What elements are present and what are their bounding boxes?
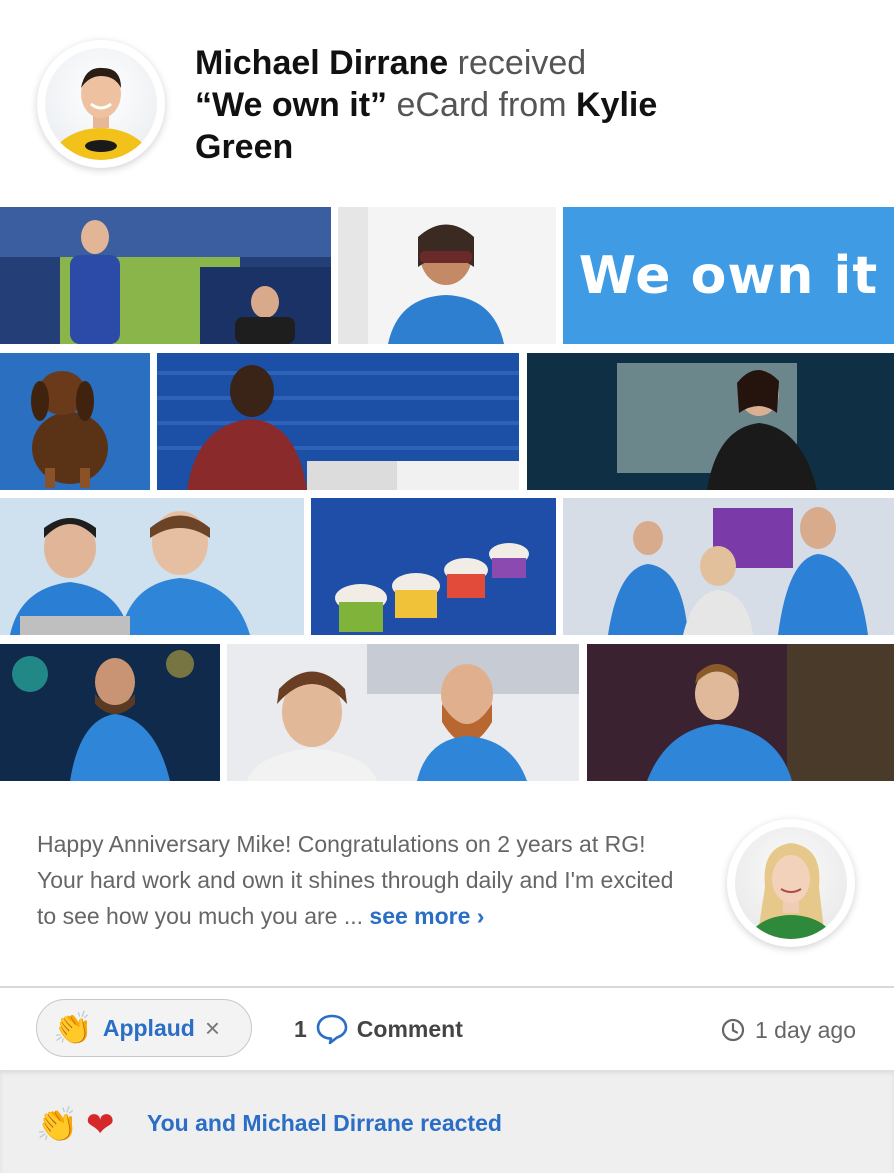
recipient-photo: [45, 48, 157, 160]
collage-photo-speaker: [527, 353, 894, 490]
see-more-link[interactable]: see more ›: [369, 903, 484, 929]
post-headline: Michael Dirrane received “We own it” eCa…: [195, 42, 715, 168]
sender-avatar[interactable]: [727, 819, 855, 947]
collage-photo-handshake: [0, 207, 331, 344]
collage-photo-dog: [0, 353, 150, 490]
ecard-from-text: eCard from: [396, 86, 567, 124]
received-text: received: [457, 44, 587, 82]
ecard-message: Happy Anniversary Mike! Congratulations …: [37, 826, 677, 934]
post-header: Michael Dirrane received “We own it” eCa…: [0, 0, 894, 205]
reactions-summary-link[interactable]: You and Michael Dirrane reacted: [147, 1110, 502, 1137]
remove-applaud-icon[interactable]: ×: [205, 1015, 220, 1041]
clapping-hands-icon: 👏: [53, 1010, 93, 1046]
ecard-banner-text: We own it: [578, 245, 879, 306]
collage-photo-sunglasses: [338, 207, 556, 344]
collage-photo-working: [587, 644, 894, 781]
collage-photo-presenter: [0, 644, 220, 781]
collage-photo-colleagues: [0, 498, 304, 635]
ecard-post: Michael Dirrane received “We own it” eCa…: [0, 0, 894, 1173]
sender-photo: [735, 827, 847, 939]
timestamp-text: 1 day ago: [754, 1016, 856, 1043]
comment-button[interactable]: 1 Comment: [294, 1009, 463, 1049]
reactions-footer: 👏 ❤ You and Michael Dirrane reacted: [0, 1070, 894, 1173]
action-divider: [0, 986, 894, 988]
post-timestamp: 1 day ago: [721, 1010, 856, 1050]
comment-label: Comment: [356, 1015, 463, 1042]
heart-icon: ❤: [86, 1106, 115, 1144]
clock-icon: [721, 1018, 745, 1042]
clapping-hands-icon: 👏: [36, 1106, 79, 1144]
speech-bubble-icon: [316, 1014, 348, 1045]
message-text: Happy Anniversary Mike! Congratulations …: [37, 831, 674, 929]
applaud-label: Applaud: [102, 1014, 195, 1041]
ecard-name: “We own it”: [195, 86, 388, 124]
collage-photo-cupcakes: [311, 498, 556, 635]
applaud-button[interactable]: 👏 Applaud ×: [36, 999, 252, 1057]
comment-count: 1: [294, 1015, 307, 1042]
ecard-collage[interactable]: We own it: [0, 207, 894, 781]
recipient-name[interactable]: Michael Dirrane: [195, 44, 448, 82]
collage-photo-conference: [563, 498, 894, 635]
recipient-avatar[interactable]: [37, 40, 165, 168]
ecard-banner: We own it: [563, 207, 894, 344]
collage-photo-laptop: [157, 353, 519, 490]
collage-photo-meeting: [227, 644, 579, 781]
